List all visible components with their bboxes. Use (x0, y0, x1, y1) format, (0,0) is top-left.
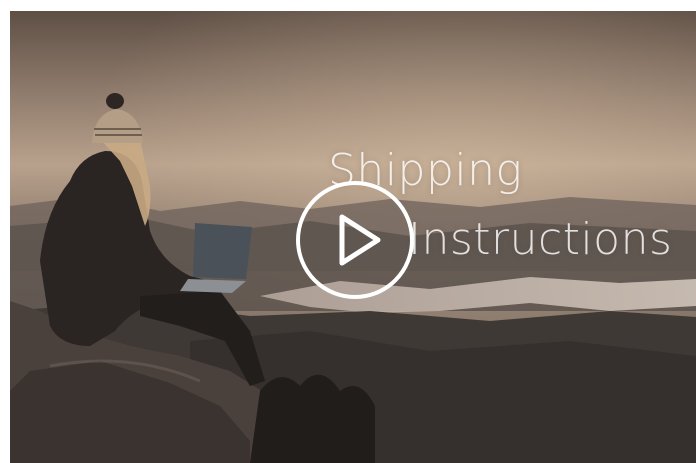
video-player[interactable]: Shipping Instructions (10, 11, 696, 463)
video-title-line-2: Instructions (408, 214, 673, 265)
play-icon (339, 214, 381, 266)
play-button[interactable] (296, 181, 414, 299)
